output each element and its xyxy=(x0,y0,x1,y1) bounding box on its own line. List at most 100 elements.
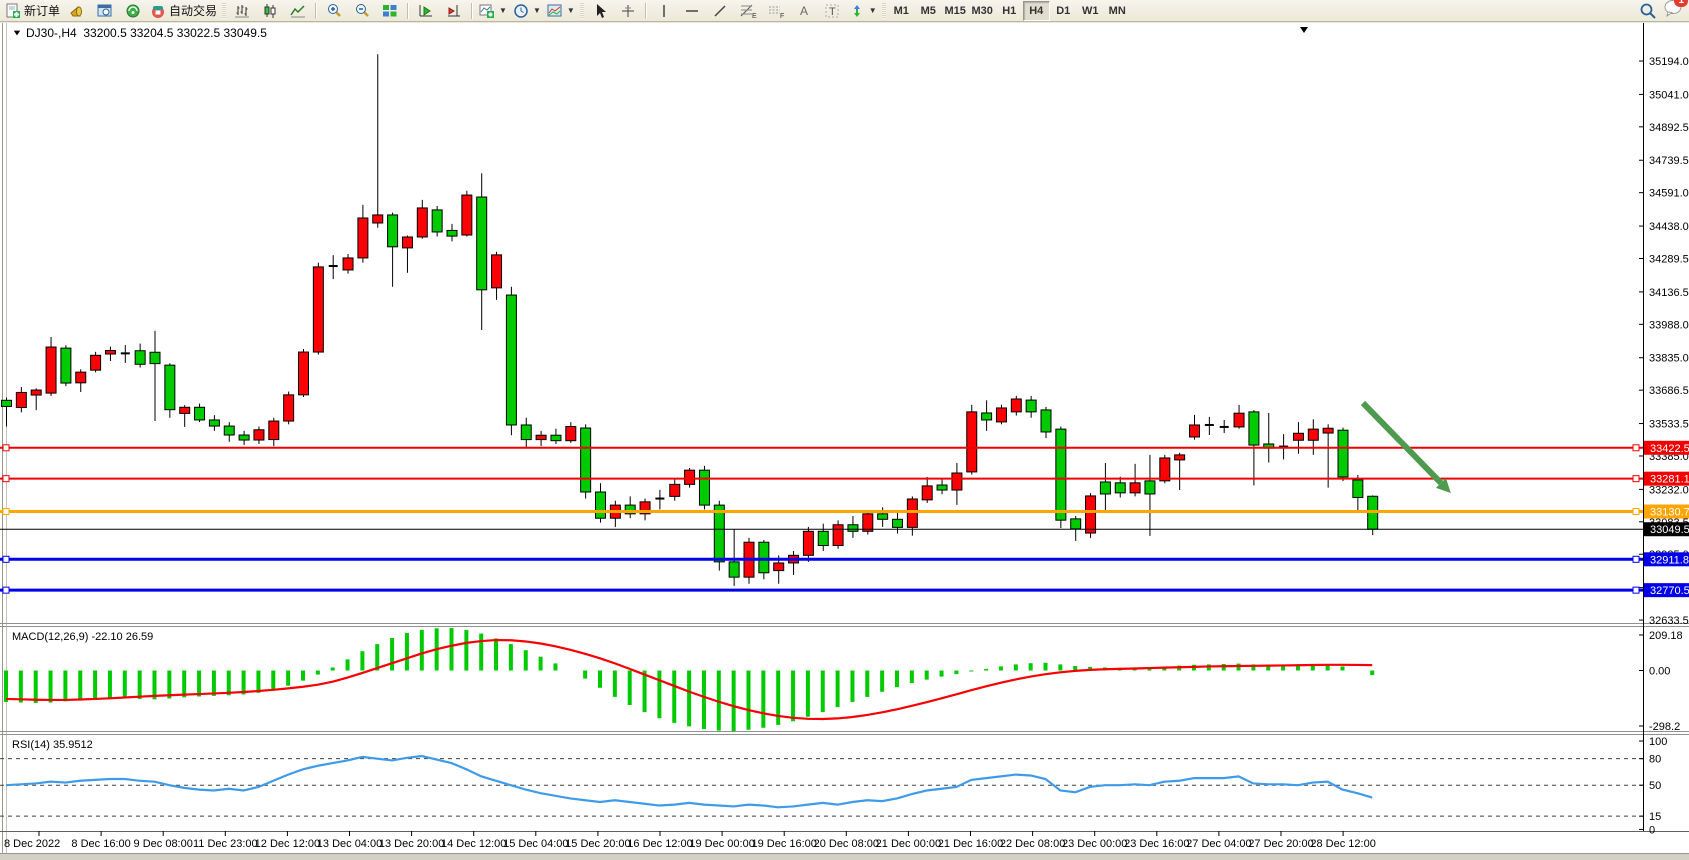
trendline-button[interactable] xyxy=(706,0,734,22)
bar-chart-icon xyxy=(234,3,250,19)
svg-text:28 Dec 12:00: 28 Dec 12:00 xyxy=(1310,838,1375,850)
horn-button[interactable] xyxy=(63,0,91,22)
template-icon xyxy=(547,3,563,19)
svg-text:27 Dec 04:00: 27 Dec 04:00 xyxy=(1186,838,1251,850)
shapes-dropdown[interactable]: ▼ xyxy=(846,0,880,22)
text-button[interactable]: A xyxy=(790,0,818,22)
dropdown-arrow-icon: ▼ xyxy=(567,6,575,15)
svg-text:8 Dec 16:00: 8 Dec 16:00 xyxy=(71,838,130,850)
svg-text:23 Dec 16:00: 23 Dec 16:00 xyxy=(1124,838,1189,850)
symbol-period-label: DJ30-,H4 xyxy=(26,26,77,40)
tab-timeframe-h4[interactable]: H4 xyxy=(1023,1,1050,21)
ohlc-values: 33200.5 33204.5 33022.5 33049.5 xyxy=(83,26,267,40)
vertical-line-button[interactable] xyxy=(650,0,678,22)
svg-text:A: A xyxy=(800,4,808,18)
search-icon[interactable] xyxy=(1639,2,1657,20)
candle-chart-button[interactable] xyxy=(256,0,284,22)
svg-text:33686.5: 33686.5 xyxy=(1649,385,1689,397)
zoom-in-button[interactable] xyxy=(320,0,348,22)
price-chart[interactable]: 35194.035041.034892.534739.534591.034438… xyxy=(0,0,1689,860)
tab-timeframe-h1[interactable]: H1 xyxy=(996,1,1023,21)
vertical-line-icon xyxy=(657,3,671,19)
separator xyxy=(645,3,647,19)
svg-text:34289.5: 34289.5 xyxy=(1649,253,1689,265)
svg-text:E: E xyxy=(752,13,757,19)
bar-chart-button[interactable] xyxy=(228,0,256,22)
svg-text:8 Dec 2022: 8 Dec 2022 xyxy=(4,838,60,850)
new-order-button[interactable]: 新订单 xyxy=(2,0,63,22)
svg-text:33130.7: 33130.7 xyxy=(1650,507,1689,519)
periods-dropdown[interactable]: ▼ xyxy=(510,0,544,22)
svg-text:15 Dec 04:00: 15 Dec 04:00 xyxy=(503,838,568,850)
tab-timeframe-m30[interactable]: M30 xyxy=(969,1,996,21)
channel-button[interactable]: F xyxy=(762,0,790,22)
chat-button[interactable]: 1 xyxy=(1663,0,1683,22)
text-label-icon: T xyxy=(824,3,840,19)
market-window-icon xyxy=(97,3,113,19)
tab-timeframe-m5[interactable]: M5 xyxy=(915,1,942,21)
svg-text:33835.0: 33835.0 xyxy=(1649,353,1689,365)
svg-text:34739.5: 34739.5 xyxy=(1649,155,1689,167)
auto-trading-icon xyxy=(150,3,166,19)
separator xyxy=(407,3,409,19)
svg-text:33533.5: 33533.5 xyxy=(1649,419,1689,431)
templates-dropdown[interactable]: ▼ xyxy=(544,0,578,22)
svg-text:34591.0: 34591.0 xyxy=(1649,188,1689,200)
symbol-dropdown-icon[interactable] xyxy=(14,31,20,36)
auto-scroll-button[interactable] xyxy=(412,0,440,22)
trendline-icon xyxy=(712,3,728,19)
svg-text:13 Dec 20:00: 13 Dec 20:00 xyxy=(379,838,444,850)
svg-text:0.00: 0.00 xyxy=(1649,666,1670,678)
new-chart-dropdown[interactable]: ▼ xyxy=(476,0,510,22)
toolbar-grip xyxy=(222,3,226,19)
svg-text:80: 80 xyxy=(1649,754,1661,766)
tab-timeframe-m15[interactable]: M15 xyxy=(942,1,969,21)
zoom-out-button[interactable] xyxy=(348,0,376,22)
horizontal-line-icon xyxy=(684,3,700,19)
new-chart-icon xyxy=(479,3,495,19)
chart-title: DJ30-,H4 33200.5 33204.5 33022.5 33049.5 xyxy=(26,26,267,40)
svg-text:13 Dec 04:00: 13 Dec 04:00 xyxy=(317,838,382,850)
auto-trading-button[interactable]: 自动交易 xyxy=(147,0,220,22)
svg-text:14 Dec 12:00: 14 Dec 12:00 xyxy=(441,838,506,850)
svg-text:100: 100 xyxy=(1649,736,1667,748)
cursor-button[interactable] xyxy=(586,0,614,22)
svg-text:33049.5: 33049.5 xyxy=(1650,524,1689,536)
svg-text:9 Dec 08:00: 9 Dec 08:00 xyxy=(134,838,193,850)
zoom-out-icon xyxy=(354,3,370,19)
signals-button[interactable] xyxy=(119,0,147,22)
new-order-icon xyxy=(5,3,21,19)
svg-text:32633.5: 32633.5 xyxy=(1649,615,1689,627)
rsi-label: RSI(14) 35.9512 xyxy=(12,739,93,751)
text-label-button[interactable]: T xyxy=(818,0,846,22)
svg-text:33422.5: 33422.5 xyxy=(1650,443,1689,455)
tile-windows-button[interactable] xyxy=(376,0,404,22)
svg-text:0: 0 xyxy=(1649,824,1655,836)
arrows-icon xyxy=(849,3,865,19)
fibonacci-button[interactable]: E xyxy=(734,0,762,22)
chart-shift-button[interactable] xyxy=(440,0,468,22)
candle-chart-icon xyxy=(262,3,278,19)
dropdown-arrow-icon: ▼ xyxy=(869,6,877,15)
svg-text:21 Dec 00:00: 21 Dec 00:00 xyxy=(876,838,941,850)
crosshair-button[interactable] xyxy=(614,0,642,22)
tab-timeframe-d1[interactable]: D1 xyxy=(1050,1,1077,21)
svg-text:34136.5: 34136.5 xyxy=(1649,287,1689,299)
new-order-label: 新订单 xyxy=(24,2,60,19)
line-chart-button[interactable] xyxy=(284,0,312,22)
horn-icon xyxy=(69,3,85,19)
text-icon: A xyxy=(797,3,811,19)
tab-timeframe-mn[interactable]: MN xyxy=(1104,1,1131,21)
quick-menu-icon[interactable] xyxy=(1300,27,1308,33)
separator xyxy=(315,3,317,19)
tab-timeframe-m1[interactable]: M1 xyxy=(888,1,915,21)
separator xyxy=(471,3,473,19)
tile-windows-icon xyxy=(382,3,398,19)
horizontal-line-button[interactable] xyxy=(678,0,706,22)
market-window-button[interactable] xyxy=(91,0,119,22)
signals-icon xyxy=(125,3,141,19)
auto-scroll-icon xyxy=(418,3,434,19)
svg-text:33232.0: 33232.0 xyxy=(1649,484,1689,496)
svg-text:F: F xyxy=(780,13,784,19)
tab-timeframe-w1[interactable]: W1 xyxy=(1077,1,1104,21)
